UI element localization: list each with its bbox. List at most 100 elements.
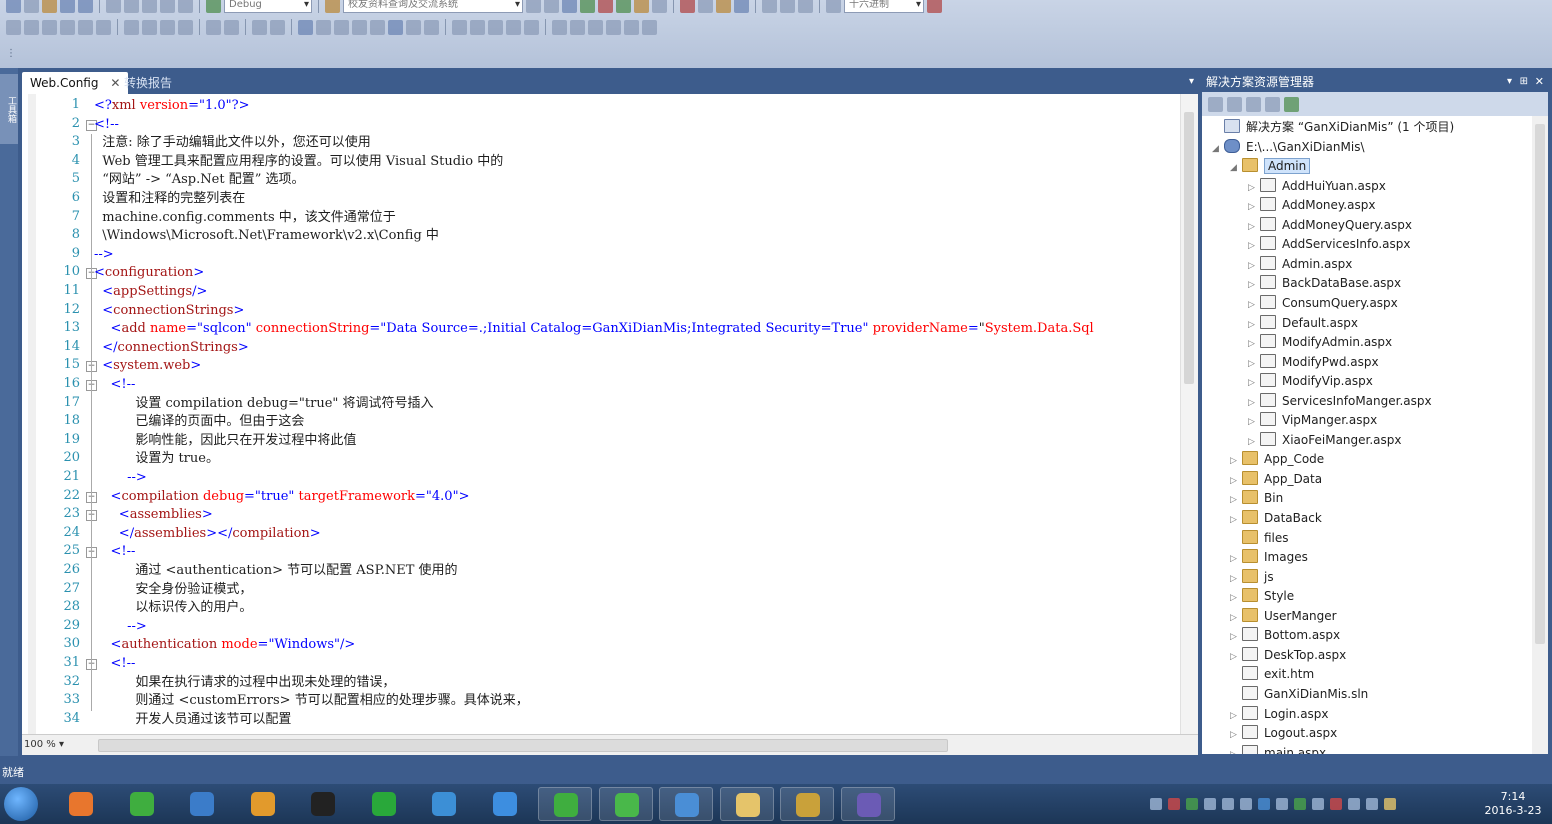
code-line[interactable]: </assemblies></compilation> [94,525,321,543]
code-line[interactable]: <authentication mode="Windows"/> [94,636,356,654]
redo-icon[interactable] [178,0,193,13]
collapsed-arrow-icon[interactable]: ▷ [1230,609,1242,628]
monitor-icon[interactable] [1276,798,1288,810]
properties-icon[interactable] [1208,96,1223,112]
collapsed-arrow-icon[interactable]: ▷ [1248,316,1260,335]
zoom-combo[interactable]: 100 % ▾ [24,738,80,752]
collapsed-arrow-icon[interactable]: ▷ [1230,472,1242,491]
taskbar-app[interactable] [175,787,229,821]
tree-item[interactable]: ▷ AddServicesInfo.aspx [1248,235,1410,254]
code-line[interactable]: 则通过 <customErrors> 节可以配置相应的处理步骤。具体说来， [94,692,528,710]
tree-item[interactable]: ▷ ServicesInfoManger.aspx [1248,392,1432,411]
link-icon[interactable] [1240,798,1252,810]
anchor-icon[interactable] [624,19,639,35]
debug-location-icon[interactable] [762,0,777,13]
tree-item[interactable]: exit.htm [1230,665,1314,684]
taskbar-app[interactable] [115,787,169,821]
code-line[interactable]: <!-- [94,376,136,394]
step-icon[interactable] [698,0,713,13]
toolbox-icon[interactable] [580,0,595,13]
code-line[interactable]: \Windows\Microsoft.Net\Framework\v2.x\Co… [94,227,439,245]
style-icon[interactable] [552,19,567,35]
tree-item[interactable]: ▷ Style [1230,587,1294,606]
tree-item[interactable]: ▷ ConsumQuery.aspx [1248,294,1398,313]
tree-item[interactable]: ▷ App_Code [1230,450,1324,469]
taskbar-app[interactable] [719,787,774,821]
align-right-icon[interactable] [60,19,75,35]
code-editor[interactable]: 1 2 3 4 5 6 7 8 9 10 11 12 13 14 15 16 17 18 19 20 21 22 23 24 2… [22,94,1198,755]
flag-icon[interactable] [1312,798,1324,810]
collapsed-arrow-icon[interactable]: ▷ [1230,570,1242,589]
collapsed-arrow-icon[interactable]: ▷ [1230,452,1242,471]
indent-icon[interactable] [406,19,421,35]
refresh-icon[interactable] [1246,96,1261,112]
volume-icon[interactable] [1348,798,1360,810]
tree-item[interactable]: GanXiDianMis.sln [1230,685,1368,704]
grid-icon[interactable] [178,19,193,35]
new-project-icon[interactable] [6,0,21,13]
save-all-icon[interactable] [78,0,93,13]
code-line[interactable]: <system.web> [94,357,201,375]
pin-icon[interactable]: ⊞ [1516,72,1528,92]
upload-icon[interactable] [1222,798,1234,810]
collapsed-arrow-icon[interactable]: ▷ [1230,550,1242,569]
code-line[interactable]: --> [94,618,147,636]
collapsed-arrow-icon[interactable]: ▷ [1248,296,1260,315]
collapsed-arrow-icon[interactable]: ▷ [1248,257,1260,276]
row-icon[interactable] [470,19,485,35]
next-bookmark-icon[interactable] [370,19,385,35]
same-size-icon[interactable] [160,19,175,35]
code-line[interactable]: <!-- [94,655,136,673]
taskbar-app[interactable] [780,787,834,821]
copy-icon[interactable] [124,0,139,13]
taskbar-app[interactable] [357,787,411,821]
merge-icon[interactable] [506,19,521,35]
taskbar-app[interactable] [598,787,653,821]
taskbar-app[interactable] [417,787,471,821]
layout-icon[interactable] [734,0,749,13]
code-line[interactable]: machine.config.comments 中，该文件通常位于 [94,209,396,227]
collapsed-arrow-icon[interactable]: ▷ [1248,237,1260,256]
collapsed-arrow-icon[interactable]: ▷ [1230,707,1242,726]
collapsed-arrow-icon[interactable]: ▷ [1248,355,1260,374]
tree-item[interactable]: ▷ DeskTop.aspx [1230,646,1346,665]
show-all-files-icon[interactable] [1227,96,1242,112]
start-debug-icon[interactable] [206,0,221,13]
clear-bookmarks-icon[interactable] [388,19,403,35]
vspacing-icon[interactable] [224,19,239,35]
tree-item[interactable]: ▷ VipManger.aspx [1248,411,1377,430]
tree-item[interactable]: ▷ Logout.aspx [1230,724,1337,743]
collapsed-arrow-icon[interactable]: ▷ [1248,433,1260,452]
collapsed-arrow-icon[interactable]: ▷ [1230,726,1242,745]
code-line[interactable]: <!-- [94,543,136,561]
tree-item[interactable]: ▷ XiaoFeiManger.aspx [1248,431,1402,450]
find-icon[interactable] [325,0,340,13]
table-icon[interactable] [452,19,467,35]
collapsed-arrow-icon[interactable]: ▷ [1230,628,1242,647]
vertical-scroll-thumb[interactable] [1184,112,1194,384]
tool-icon[interactable] [927,0,942,13]
open-icon[interactable] [42,0,57,13]
code-line[interactable]: 设置为 true。 [94,450,219,468]
tree-item[interactable]: files [1230,529,1289,548]
notification-icon[interactable] [1330,798,1342,810]
code-line[interactable]: <assemblies> [94,506,213,524]
solution-explorer-scrollbar[interactable] [1532,116,1548,754]
taskbar-app[interactable] [236,787,290,821]
display-icon[interactable] [1258,798,1270,810]
code-line[interactable]: <connectionStrings> [94,302,244,320]
tree-item[interactable]: ▷ Default.aspx [1248,314,1358,333]
horizontal-scroll-thumb[interactable] [98,739,948,752]
css-icon[interactable] [570,19,585,35]
save-icon[interactable] [60,0,75,13]
align-left-icon[interactable] [24,19,39,35]
collapsed-arrow-icon[interactable]: ▷ [1230,511,1242,530]
toolbox-tab[interactable]: 工具箱 [0,74,18,144]
collapsed-arrow-icon[interactable]: ▷ [1230,746,1242,754]
hspacing-icon[interactable] [206,19,221,35]
collapsed-arrow-icon[interactable]: ▷ [1248,394,1260,413]
code-line[interactable]: --> [94,246,114,264]
object-browser-icon[interactable] [652,0,667,13]
collapsed-arrow-icon[interactable]: ▷ [1248,218,1260,237]
vertical-scrollbar[interactable] [1180,94,1198,734]
